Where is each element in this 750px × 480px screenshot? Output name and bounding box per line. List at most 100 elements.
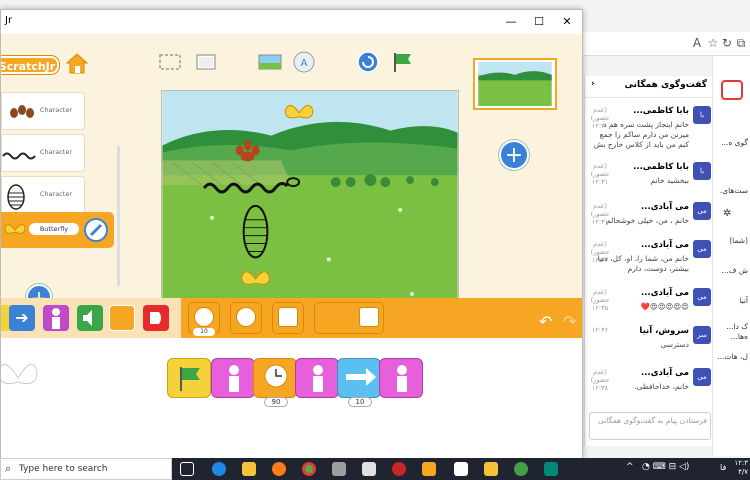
repeat-block[interactable] — [314, 302, 384, 334]
add-scene-button[interactable]: + — [499, 140, 529, 170]
avatar[interactable]: با — [693, 162, 711, 180]
category-looks[interactable] — [43, 305, 69, 331]
message-author[interactable]: سروش، آنیا — [639, 326, 689, 336]
speed-block[interactable] — [272, 302, 304, 334]
app-icon-1[interactable] — [332, 462, 346, 476]
speed-icon — [278, 307, 298, 327]
sidenav-item-4[interactable]: آنیا — [739, 296, 748, 305]
script-wait-block[interactable]: 90 — [253, 358, 297, 407]
taskbar-clock[interactable]: ۱۲:۳ ۴/۷ — [734, 459, 748, 477]
category-motion[interactable]: ➔ — [9, 305, 35, 331]
tray-chevron-icon[interactable]: ^ — [626, 462, 634, 472]
sidenav-item-7[interactable]: ل، هات... — [717, 352, 748, 361]
character-card-butterfly-selected[interactable]: Butterfly — [1, 212, 114, 248]
chat-message: با بابا کاظمی... (عدم حضور) ۱۲:۳۱ ببخشید خا… — [585, 160, 713, 200]
background-icon[interactable] — [257, 50, 283, 74]
app-icon-2[interactable] — [362, 462, 376, 476]
avatar[interactable]: می — [693, 202, 711, 220]
message-author[interactable]: بابا کاظمی... — [633, 162, 689, 172]
chat-message: می می آبادی... (عدم حضور) ۱۲:۳۱ خانم ، من، … — [585, 200, 713, 240]
wait-block[interactable]: 10 — [188, 302, 220, 336]
avatar[interactable]: سر — [693, 326, 711, 344]
redo-icon[interactable]: ↷ — [563, 312, 576, 331]
reader-icon[interactable]: A — [690, 36, 704, 50]
person-icon — [397, 365, 407, 392]
message-author[interactable]: می آبادی... — [641, 240, 689, 250]
settings-icon[interactable]: ✲ — [723, 208, 731, 219]
edge-icon[interactable] — [212, 462, 226, 476]
app-icon-3[interactable] — [392, 462, 406, 476]
firefox-icon[interactable] — [272, 462, 286, 476]
back-chevron-icon[interactable]: ‹ — [591, 79, 595, 89]
app-icon-6[interactable] — [544, 462, 558, 476]
avatar[interactable]: می — [693, 368, 711, 386]
chrome-icon[interactable] — [302, 462, 316, 476]
message-author[interactable]: می آبادی... — [641, 288, 689, 298]
character-card-paw[interactable]: Character — [1, 92, 85, 130]
move-steps-field[interactable]: 10 — [348, 397, 372, 407]
sidenav-item-6[interactable]: ه‌ها... — [731, 332, 748, 341]
task-view-icon[interactable] — [180, 462, 194, 476]
character-name[interactable]: Butterfly — [29, 223, 79, 235]
grid-icon[interactable] — [193, 50, 219, 74]
minimize-button[interactable]: — — [499, 13, 523, 31]
sidenav-item-5[interactable]: ک دا... — [726, 322, 748, 331]
green-flag-icon[interactable] — [389, 50, 415, 74]
sidenav-item-3[interactable]: ش ف... — [722, 266, 748, 275]
chat-message-input[interactable]: فرستادن پیام به گفت‌وگوی همگانی — [589, 412, 711, 440]
script-looks-block[interactable] — [211, 358, 255, 398]
svg-text:A: A — [301, 58, 308, 69]
close-button[interactable]: ✕ — [555, 13, 579, 31]
reset-icon[interactable] — [355, 50, 381, 74]
stop-block[interactable] — [230, 302, 262, 334]
message-text: خانم من، شما را، او، کل، دنیا بیشتر، دوس… — [597, 254, 689, 273]
taskbar-search-box[interactable]: ⌕ Type here to search — [0, 458, 172, 480]
sidenav-item-1[interactable]: ست‌های. — [720, 186, 748, 195]
refresh-icon[interactable]: ↻ — [720, 36, 734, 50]
stop-icon — [236, 307, 256, 327]
tray-icons[interactable]: ◔ ⌨ ⊟ ◁) — [642, 462, 689, 472]
maximize-button[interactable]: ☐ — [527, 13, 551, 31]
sidenav-item-2[interactable]: (شما) — [729, 236, 748, 245]
category-sound[interactable] — [77, 305, 103, 331]
home-icon[interactable] — [65, 52, 89, 74]
avatar[interactable]: می — [693, 240, 711, 258]
message-author[interactable]: بابا کاظمی... — [633, 106, 689, 116]
message-text: خانم، خداحافظی. — [634, 382, 689, 391]
avatar[interactable]: با — [693, 106, 711, 124]
avatar[interactable]: می — [693, 288, 711, 306]
paint-editor-icon[interactable] — [83, 217, 109, 243]
script-move-right-block[interactable]: 10 — [337, 358, 381, 407]
clock-time: ۱۲:۳ — [734, 459, 748, 467]
character-card-cocoon[interactable]: Character — [1, 176, 85, 214]
app-icon-4[interactable] — [484, 462, 498, 476]
language-indicator[interactable]: فا — [720, 463, 726, 472]
wait-duration-field[interactable]: 90 — [264, 397, 288, 407]
app-icon-5[interactable] — [514, 462, 528, 476]
message-author[interactable]: می آبادی... — [641, 368, 689, 378]
category-end[interactable] — [143, 305, 169, 331]
sidenav-item-0[interactable]: گوی ه... — [721, 138, 748, 147]
collections-icon[interactable]: ⧉ — [734, 36, 748, 50]
script-looks-block-3[interactable] — [379, 358, 423, 398]
scratchjr-window: Jr — ☐ ✕ ScratchJr A Character Character… — [0, 9, 583, 459]
message-author[interactable]: می آبادی... — [641, 202, 689, 212]
category-control[interactable] — [109, 305, 135, 331]
character-label: Character — [39, 190, 72, 198]
script-area[interactable]: 90 10 — [1, 338, 582, 459]
scratchjr-taskbar-icon[interactable] — [422, 462, 436, 476]
text-icon[interactable]: A — [291, 50, 317, 74]
favorite-star-icon[interactable]: ☆ — [706, 36, 720, 50]
stage[interactable] — [161, 90, 459, 300]
cocoon-sprite[interactable] — [242, 204, 269, 259]
undo-icon[interactable]: ↶ — [539, 312, 552, 331]
fullscreen-icon[interactable] — [157, 50, 183, 74]
camera-icon[interactable] — [454, 462, 468, 476]
character-card-caterpillar[interactable]: Character — [1, 134, 85, 172]
file-explorer-icon[interactable] — [242, 462, 256, 476]
script-looks-block-2[interactable] — [295, 358, 339, 398]
character-list-scrollbar[interactable] — [117, 146, 120, 286]
script-green-flag-block[interactable] — [167, 358, 211, 398]
scene-thumbnail[interactable] — [473, 58, 557, 110]
wait-block-number[interactable]: 10 — [193, 328, 215, 336]
